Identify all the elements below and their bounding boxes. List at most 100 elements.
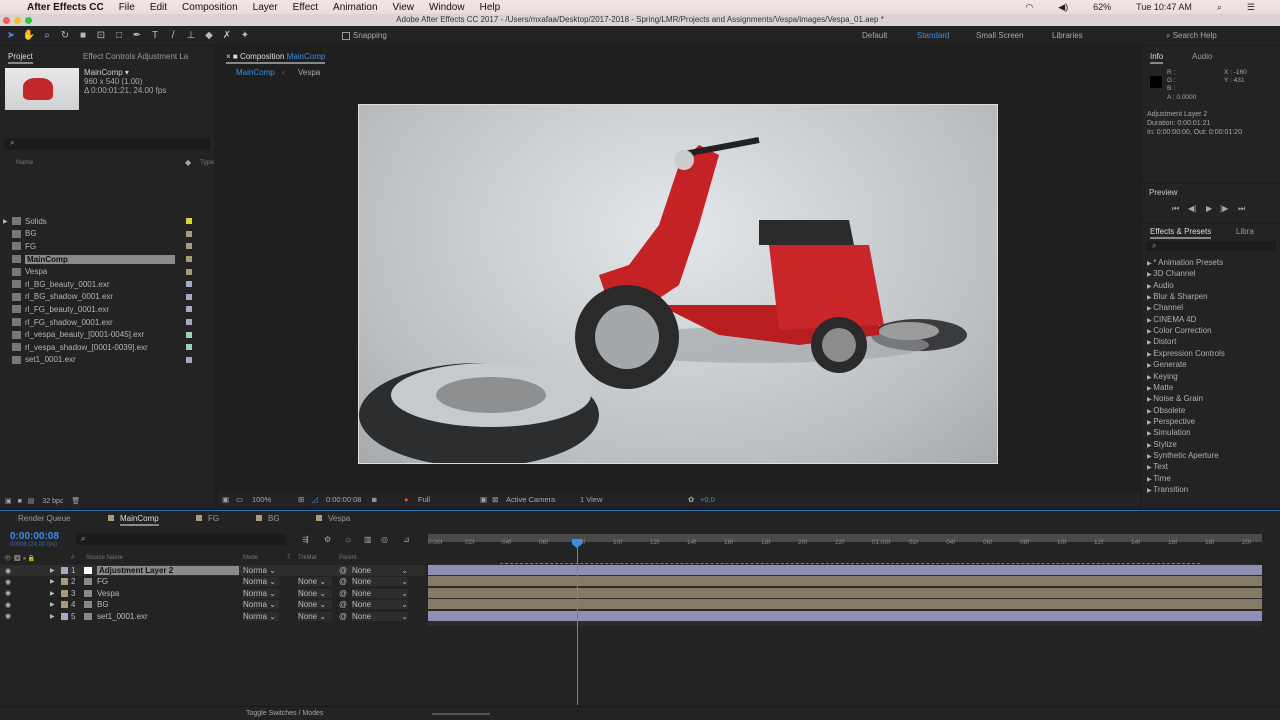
mode-dropdown[interactable]: Norma ⌄ [243, 577, 279, 587]
menu-animation[interactable]: Animation [333, 2, 377, 13]
menu-effect[interactable]: Effect [293, 2, 318, 13]
layer-row[interactable]: ◉ ▶ 4 BG Norma ⌄ None ⌄ @ None ⌄ [0, 599, 425, 610]
effects-category[interactable]: ▶ Matte [1147, 383, 1173, 392]
new-comp-icon[interactable]: ▤ [28, 498, 35, 505]
project-item[interactable]: rl_vespa_beauty_[0001-0045].exr [0, 328, 215, 341]
minimize-window-button[interactable] [14, 17, 21, 24]
trkmat-dropdown[interactable]: None ⌄ [298, 588, 332, 598]
label-color-swatch[interactable] [61, 612, 68, 620]
workspace-standard[interactable]: Standard [917, 31, 949, 40]
trash-icon[interactable]: 🗑 [71, 498, 80, 505]
pick-whip-icon[interactable]: @ [339, 577, 347, 586]
label-color-swatch[interactable] [186, 331, 192, 338]
camera-tool-icon[interactable]: ■ [76, 30, 90, 42]
layer-row[interactable]: ◉ ▶ 2 FG Norma ⌄ None ⌄ @ None ⌄ [0, 576, 425, 587]
project-item[interactable]: BG [0, 228, 215, 241]
layer-row[interactable]: ◉ ▶ 1 Adjustment Layer 2 Norma ⌄ @ None ⌄ [0, 565, 425, 576]
zoom-slider[interactable] [432, 713, 490, 715]
effects-category[interactable]: ▶ Expression Controls [1147, 349, 1225, 358]
tab-effect-controls[interactable]: Effect Controls Adjustment La [83, 52, 188, 61]
current-time-display[interactable]: 0:00:00:08 [326, 495, 361, 504]
trkmat-dropdown[interactable]: None ⌄ [298, 600, 332, 610]
clock[interactable]: Tue 10:47 AM [1136, 2, 1192, 12]
timeline-tab[interactable]: FG [196, 514, 219, 523]
layer-row[interactable]: ◉ ▶ 3 Vespa Norma ⌄ None ⌄ @ None ⌄ [0, 588, 425, 599]
label-color-swatch[interactable] [186, 319, 192, 326]
project-item[interactable]: set1_0001.exr [0, 354, 215, 367]
label-color-swatch[interactable] [186, 230, 192, 237]
trkmat-dropdown[interactable]: None ⌄ [298, 577, 332, 587]
mode-dropdown[interactable]: Norma ⌄ [243, 611, 279, 621]
parent-dropdown[interactable]: None ⌄ [352, 588, 408, 598]
label-color-swatch[interactable] [186, 281, 192, 288]
layer-duration-bar[interactable] [428, 587, 1262, 598]
label-color-swatch[interactable] [61, 601, 68, 609]
view-layout-dropdown[interactable]: 1 View [580, 495, 602, 504]
wifi-icon[interactable]: ◠ [1025, 2, 1033, 13]
close-window-button[interactable] [3, 17, 10, 24]
parent-dropdown[interactable]: None ⌄ [352, 600, 408, 610]
app-menu[interactable]: After Effects CC [27, 2, 104, 13]
menu-help[interactable]: Help [480, 2, 501, 13]
effects-category[interactable]: ▶ Generate [1147, 360, 1187, 369]
column-type[interactable]: Type [200, 159, 214, 166]
label-color-swatch[interactable] [186, 293, 192, 300]
menu-file[interactable]: File [119, 2, 135, 13]
project-item[interactable]: MainComp [0, 253, 215, 266]
zoom-window-button[interactable] [25, 17, 32, 24]
effects-category[interactable]: ▶ Perspective [1147, 417, 1195, 426]
label-color-swatch[interactable] [61, 589, 68, 597]
tab-preview[interactable]: Preview [1149, 188, 1177, 197]
effects-category[interactable]: ▶ Keying [1147, 372, 1178, 381]
next-frame-icon[interactable]: |▶ [1220, 204, 1228, 213]
eye-icon[interactable]: ◉ [5, 612, 11, 620]
layer-name[interactable]: set1_0001.exr [97, 612, 148, 621]
channel-icon[interactable]: ● [404, 495, 409, 504]
pen-tool-icon[interactable]: ✒ [130, 30, 144, 42]
transparency-grid-icon[interactable]: ⊠ [492, 495, 498, 504]
selected-item-name[interactable]: MainComp ▾ [84, 68, 129, 77]
effects-category[interactable]: ▶ Synthetic Aperture [1147, 451, 1219, 460]
layer-duration-bar[interactable] [428, 610, 1262, 621]
rectangle-tool-icon[interactable]: □ [112, 30, 126, 42]
mode-dropdown[interactable]: Norma ⌄ [243, 588, 279, 598]
workspace-libraries[interactable]: Libraries [1052, 31, 1083, 40]
tab-effects-presets[interactable]: Effects & Presets [1150, 227, 1212, 239]
label-color-swatch[interactable] [61, 578, 68, 586]
comp-mini-flowchart-icon[interactable]: ⇶ [302, 535, 309, 544]
expand-arrow-icon[interactable]: ▶ [3, 218, 8, 225]
pick-whip-icon[interactable]: @ [339, 566, 347, 575]
project-item[interactable]: Vespa [0, 265, 215, 278]
expand-arrow-icon[interactable]: ▶ [50, 567, 55, 574]
expand-arrow-icon[interactable]: ▶ [50, 578, 55, 585]
volume-icon[interactable]: ◀) [1058, 2, 1068, 13]
menu-edit[interactable]: Edit [150, 2, 167, 13]
tab-composition[interactable]: × ■ Composition MainComp [226, 52, 326, 64]
mask-visibility-icon[interactable]: ◿ [312, 495, 318, 504]
effects-category[interactable]: ▶ Stylize [1147, 440, 1177, 449]
puppet-pin-tool-icon[interactable]: ✦ [238, 30, 252, 42]
selection-tool-icon[interactable]: ➤ [4, 30, 18, 42]
effects-category[interactable]: ▶ Distort [1147, 337, 1176, 346]
eye-icon[interactable]: ◉ [5, 601, 11, 609]
battery-percent[interactable]: 62% [1093, 2, 1111, 12]
label-color-swatch[interactable] [186, 344, 192, 351]
shy-layers-icon[interactable]: ⌂ [346, 535, 351, 544]
tab-libraries[interactable]: Libra [1236, 227, 1254, 236]
effects-category[interactable]: ▶ Time [1147, 474, 1171, 483]
label-color-swatch[interactable] [186, 356, 192, 363]
layer-duration-bar[interactable] [428, 565, 1262, 575]
column-name[interactable]: Name [16, 159, 33, 166]
effects-category[interactable]: ▶ Audio [1147, 281, 1174, 290]
clone-stamp-tool-icon[interactable]: ⊥ [184, 30, 198, 42]
col-parent[interactable]: Parent [339, 555, 357, 561]
rotate-tool-icon[interactable]: ↻ [58, 30, 72, 42]
workspace-default[interactable]: Default [862, 31, 887, 40]
menu-view[interactable]: View [393, 2, 415, 13]
col-source-name[interactable]: Source Name [86, 555, 123, 561]
always-preview-icon[interactable]: ▣ [222, 495, 229, 504]
exposure-value[interactable]: +0.0 [700, 495, 715, 504]
monitor-icon[interactable]: ▭ [236, 495, 243, 504]
pick-whip-icon[interactable]: @ [339, 600, 347, 609]
trkmat-dropdown[interactable]: None ⌄ [298, 611, 332, 621]
